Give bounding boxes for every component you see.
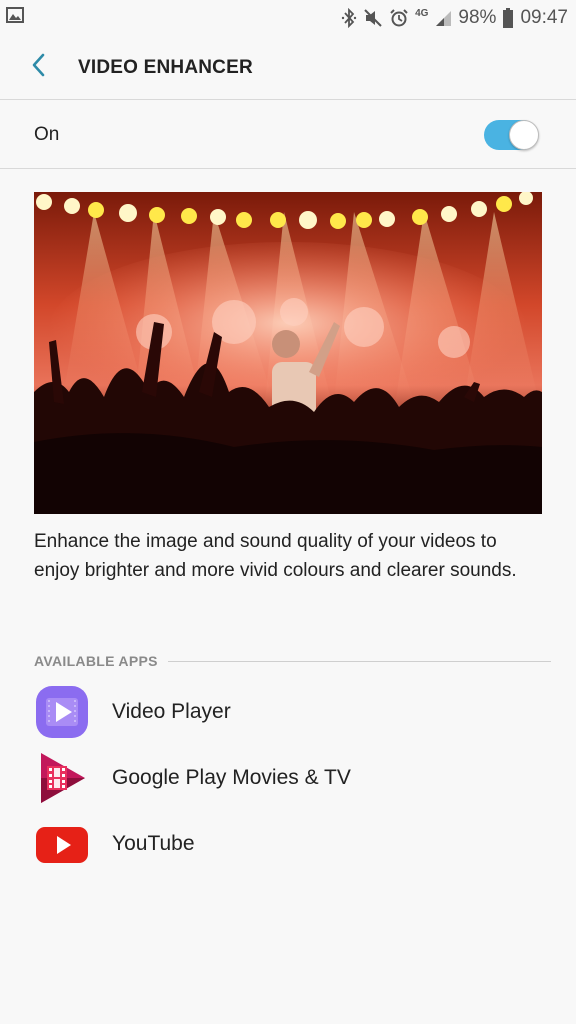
app-item-play-movies[interactable]: Google Play Movies & TV <box>34 748 534 808</box>
section-divider <box>167 660 551 662</box>
app-name: YouTube <box>112 832 195 855</box>
bluetooth-icon <box>341 8 357 28</box>
app-name: Google Play Movies & TV <box>112 766 351 789</box>
youtube-icon <box>34 816 90 872</box>
status-left <box>6 7 24 29</box>
app-item-youtube[interactable]: YouTube <box>34 814 534 874</box>
status-right: 4G 98% 09:47 <box>341 7 568 29</box>
feature-description: Enhance the image and sound quality of y… <box>34 531 517 581</box>
chevron-left-icon <box>30 52 46 83</box>
status-bar: 4G 98% 09:47 <box>0 0 576 36</box>
gallery-icon <box>6 7 24 29</box>
app-name: Video Player <box>112 700 231 723</box>
switch-label: On <box>34 123 60 145</box>
network-type: 4G <box>415 7 429 19</box>
battery-percent: 98% <box>458 7 497 28</box>
video-player-icon <box>34 684 90 740</box>
section-title: AVAILABLE APPS <box>34 653 158 669</box>
toggle-knob <box>509 119 539 150</box>
app-item-video-player[interactable]: Video Player <box>34 682 534 742</box>
enhancer-toggle[interactable] <box>484 119 539 150</box>
battery-icon <box>502 8 514 28</box>
mute-icon <box>363 8 383 28</box>
page-title: VIDEO ENHANCER <box>78 56 253 78</box>
app-header: VIDEO ENHANCER <box>0 36 576 100</box>
preview-image <box>34 192 542 514</box>
clock: 09:47 <box>520 7 568 28</box>
master-switch-row[interactable]: On <box>0 101 576 169</box>
alarm-icon <box>389 8 409 28</box>
available-apps-header: AVAILABLE APPS <box>34 650 551 672</box>
back-button[interactable] <box>14 44 62 92</box>
signal-icon <box>434 9 452 27</box>
play-movies-icon <box>34 750 90 806</box>
concert-illustration <box>34 192 542 514</box>
